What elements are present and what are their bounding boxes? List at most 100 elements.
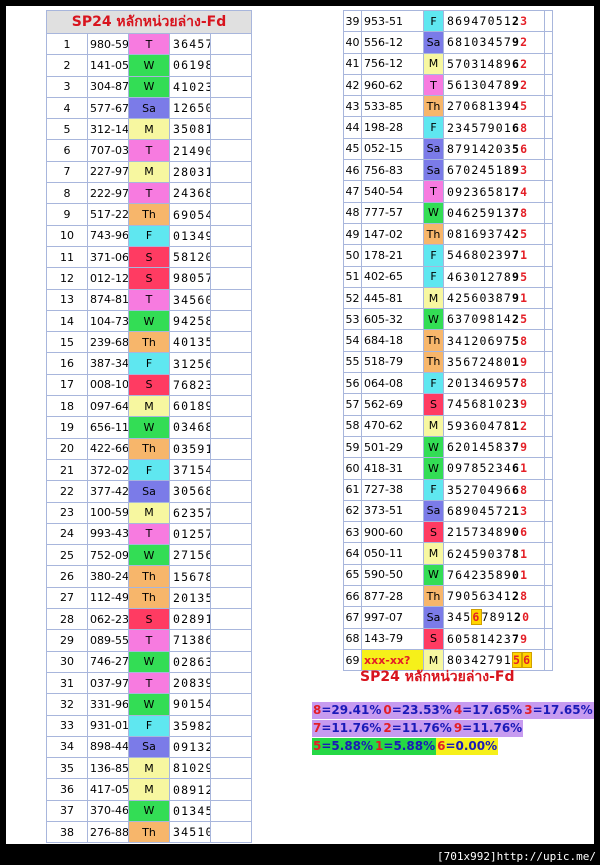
grid-cell [544,308,553,331]
day-badge: M [128,501,170,524]
draw-code: 590-50 [361,563,424,587]
digits-plain: 63709814 [447,312,512,327]
row-number: 28 [46,608,88,631]
grid-cell [544,393,553,416]
digits-plain: 34560728 [173,292,210,307]
draw-code: 104-73 [87,309,129,333]
digit-red: 8 [520,205,529,220]
row-number: 15 [46,331,88,354]
digits-plain: 30568914 [173,484,210,499]
digit-bold: 6 [512,56,521,71]
digit-bold: 9 [512,163,521,178]
digit-bold: 1 [512,418,521,433]
table-row: 2141-05W0619823475 [46,54,252,77]
draw-code: 533-85 [361,95,424,118]
table-row: 38276-88Th3451079268 [46,820,252,844]
stat-digit: 7 [313,721,322,735]
table-row: 3304-87W4102356897 [46,75,252,98]
digits-plain: 62459037 [447,546,512,561]
digits-plain: 74568102 [447,397,512,412]
title-row: SP24 หลักหน่วยล่าง-Fd [46,10,252,34]
digits-plain: 27068139 [447,99,512,114]
grid-cell [544,372,553,395]
table-row: 49 147-02 Th 0816937425 [343,222,553,246]
day-badge: W [423,563,444,587]
table-row: 34898-44Sa0913256784 [46,735,252,759]
draw-code: 064-08 [361,372,424,395]
day-badge: Sa [423,159,444,182]
digits-plain: 57031489 [447,56,512,71]
table-row: 15239-68Th4013562789 [46,331,252,354]
row-number: 16 [46,352,88,375]
draw-code: 370-46 [87,799,129,822]
stat-value: =17.65% [462,703,523,717]
digit-sequence: 4102356897 [169,75,211,98]
grid-cell [210,288,252,311]
draw-code: 380-24 [87,565,129,588]
digit-red: 5 [520,269,529,284]
grid-cell [210,416,252,439]
grid-cell [210,373,252,397]
day-badge: W [423,308,444,331]
day-badge: F [128,224,170,247]
digit-red: 2 [520,35,529,50]
digit-red: 9 [520,440,529,455]
day-badge: S [128,608,170,631]
grid-cell [210,544,252,567]
digit-bold: 7 [512,376,521,391]
digit-sequence: 0619823475 [169,54,211,77]
draw-code: 898-44 [87,735,129,759]
digit-bold: 1 [512,503,521,518]
day-badge: M [128,160,170,184]
digit-red: 8 [520,333,529,348]
table-row: 60 418-31 W 0978523461 [343,457,553,480]
draw-code: 417-05 [87,778,129,801]
table-row: 41 756-12 M 5703148962 [343,52,553,75]
row-number: 26 [46,565,88,588]
digits-plain: 62357804 [173,505,210,520]
row-number: 34 [46,735,88,759]
day-badge: W [128,544,170,567]
digit-red: 1 [520,461,529,476]
digit-sequence: 5468023971 [443,244,545,267]
stat-entry: 6=0.00% [436,738,499,755]
draw-code: 012-12 [87,267,129,290]
digit-sequence: 0816937425 [443,222,545,246]
grid-cell [210,501,252,524]
digit-bold: 7 [512,248,521,263]
digit-sequence: 1567802394 [169,565,211,588]
grid-cell [210,139,252,162]
row-number: 50 [343,244,362,267]
digits-plain: 98057413 [173,271,210,286]
table-row: 42 960-62 T 5613047892 [343,73,553,97]
digit-sequence: 3715406892 [169,458,211,482]
day-badge: W [128,650,170,673]
table-row: 47 540-54 T 0923658174 [343,180,553,203]
digit-sequence: 8102963475 [169,757,211,780]
digits-plain: 58120349 [173,250,210,265]
grid-cell [544,329,553,352]
draw-code: 387-34 [87,352,129,375]
stat-value: =5.88% [321,739,374,753]
digit-highlight: 6 [471,609,482,626]
grid-cell [210,650,252,673]
table-row: 44 198-28 F 2345790168 [343,116,553,139]
stats-line: 7=11.76% 2=11.76% 9=11.76% [312,720,524,737]
digit-sequence: 6810345792 [443,31,545,54]
stat-digit: 8 [313,703,322,717]
draw-code: 556-12 [361,31,424,54]
grid-cell [210,820,252,844]
stat-value: =11.76% [462,721,523,735]
digit-sequence: 3125607894 [169,352,211,375]
stat-digit: 6 [437,739,446,753]
digits-plain: 79056341 [447,589,512,604]
day-badge: Sa [128,96,170,120]
day-badge: Th [128,203,170,226]
digit-sequence: 5703148962 [443,52,545,75]
grid-cell [544,180,553,203]
day-badge: F [423,244,444,267]
draw-code: 136-85 [87,757,129,780]
table-row: 37370-46W0134579268 [46,799,252,822]
grid-cell [544,201,553,224]
row-number: 66 [343,585,362,608]
